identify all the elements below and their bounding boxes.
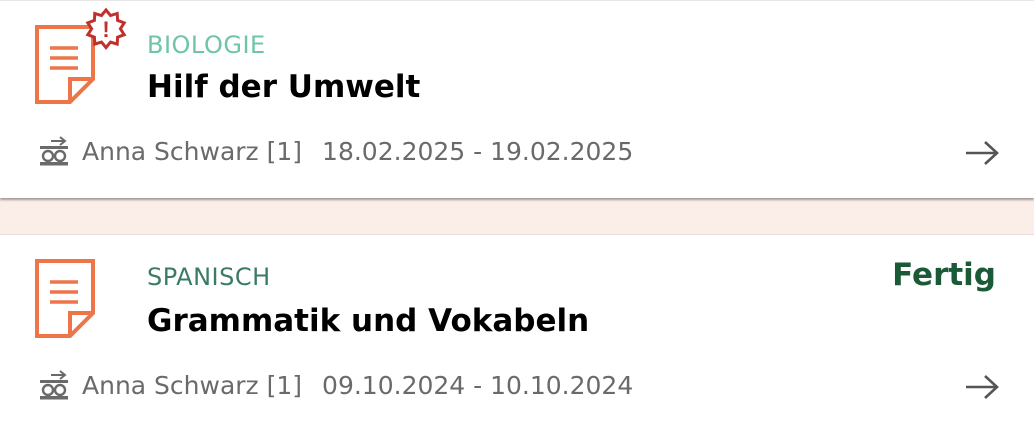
status-label: Fertig [892,257,996,293]
list-separator [0,198,1034,234]
arrow-right-icon[interactable] [964,139,1000,167]
assignment-meta: Anna Schwarz [1] 18.02.2025 - 19.02.2025 [38,133,633,169]
subject-label: BIOLOGIE [147,31,266,59]
alert-badge-icon: ! [85,7,127,50]
alert-symbol: ! [102,17,109,42]
teacher-name: Anna Schwarz [1] [82,136,303,166]
assignment-title: Hilf der Umwelt [147,69,421,105]
date-range: 09.10.2024 - 10.10.2024 [322,370,634,400]
teacher-name: Anna Schwarz [1] [82,370,303,400]
subject-label: SPANISCH [147,263,271,291]
document-icon [35,259,95,338]
teacher-icon [40,370,68,400]
assignment-card-spanisch[interactable]: SPANISCH Grammatik und Vokabeln Fertig A… [0,234,1034,428]
date-range: 18.02.2025 - 19.02.2025 [322,136,634,166]
assignment-meta: Anna Schwarz [1] 09.10.2024 - 10.10.2024 [38,367,633,403]
assignment-card-biologie[interactable]: ! BIOLOGIE Hilf der Umwelt Anna Schwarz … [0,0,1034,198]
assignment-title: Grammatik und Vokabeln [147,303,590,339]
teacher-icon [40,136,68,166]
arrow-right-icon[interactable] [964,373,1000,401]
